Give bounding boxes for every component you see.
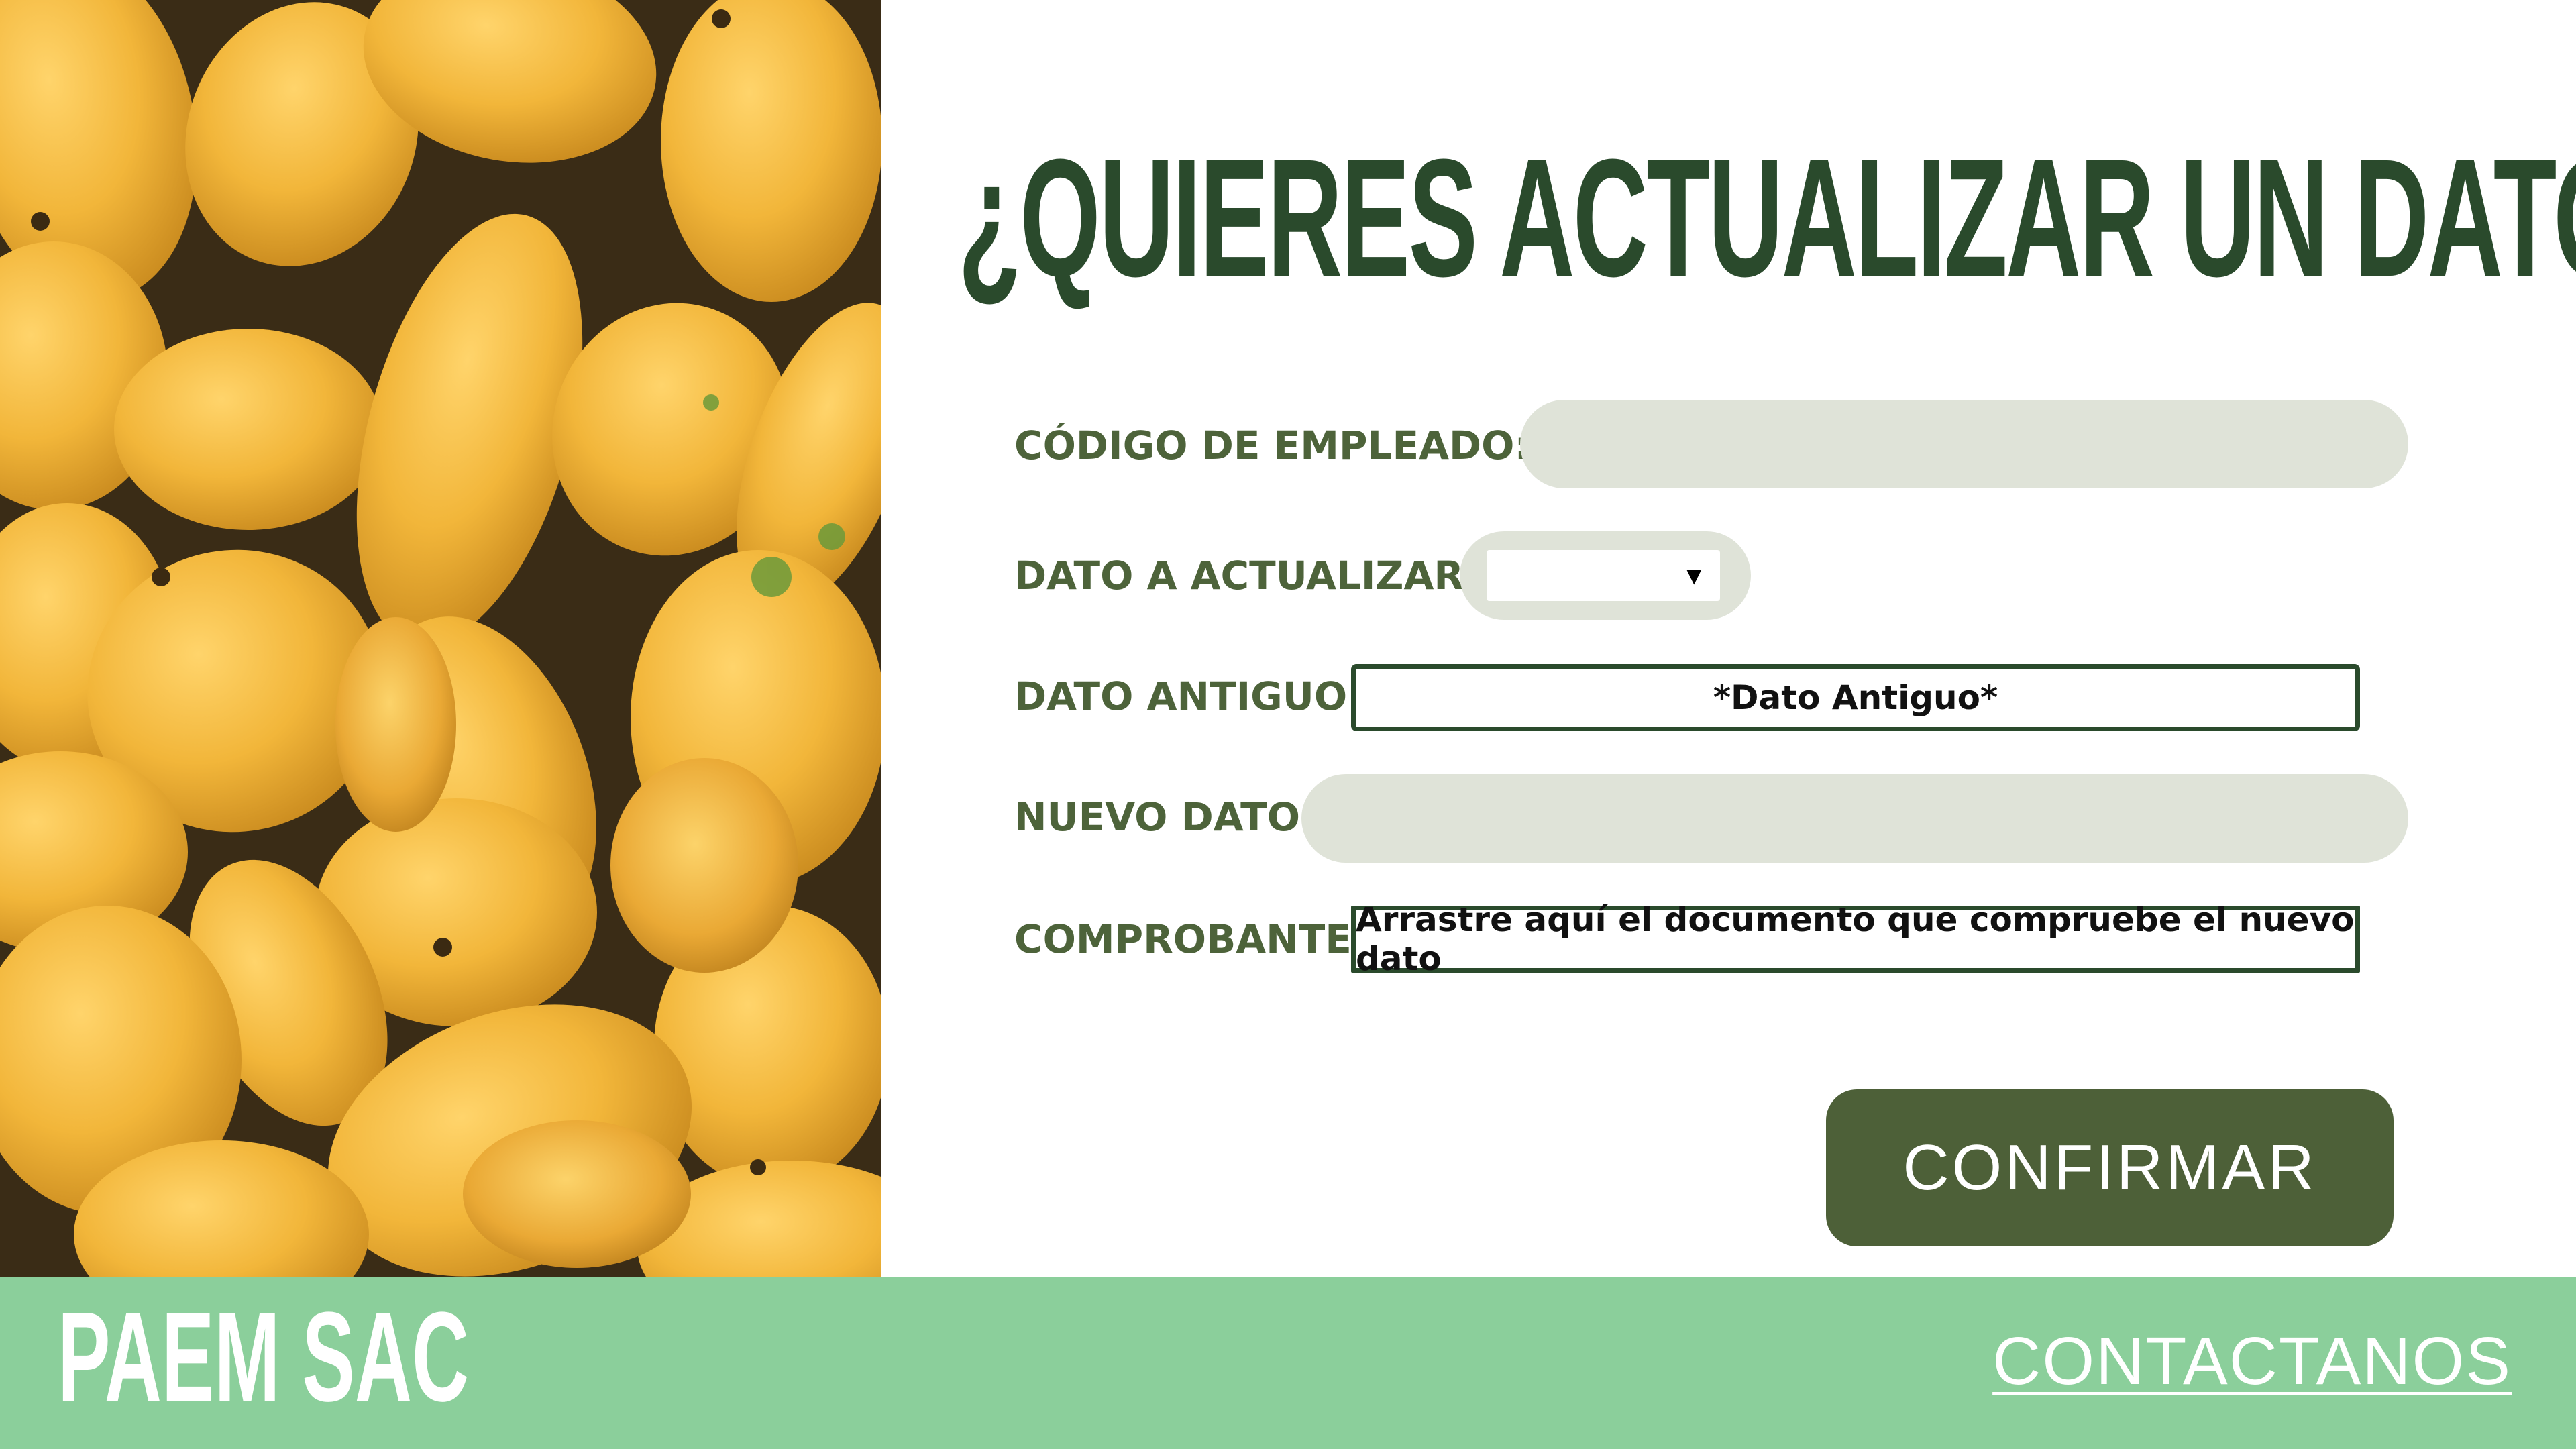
field-to-update-select[interactable]: ▼ (1460, 531, 1751, 620)
field-to-update-label: DATO A ACTUALIZAR: (1014, 553, 1480, 598)
new-value-label: NUEVO DATO: (1014, 794, 1316, 840)
brand-logo-text: PAEM SAC (58, 1286, 470, 1428)
mango-photo (0, 0, 881, 1277)
contact-link[interactable]: CONTACTANOS (1992, 1323, 2512, 1400)
old-value-display: *Dato Antiguo* (1351, 664, 2360, 731)
new-value-input[interactable] (1301, 774, 2408, 863)
confirm-button[interactable]: CONFIRMAR (1826, 1089, 2394, 1246)
receipt-dropzone[interactable]: Arrastre aquí el documento que compruebe… (1351, 900, 2360, 978)
employee-code-input[interactable] (1520, 400, 2408, 488)
select-box[interactable]: ▼ (1487, 550, 1720, 601)
employee-code-label: CÓDIGO DE EMPLEADO: (1014, 423, 1530, 468)
caret-down-icon[interactable]: ▼ (1686, 565, 1701, 587)
old-value-label: DATO ANTIGUO: (1014, 674, 1363, 719)
receipt-label: COMPROBANTE: (1014, 916, 1368, 962)
page-title: ¿QUIERES ACTUALIZAR UN DATO? (958, 124, 2576, 311)
